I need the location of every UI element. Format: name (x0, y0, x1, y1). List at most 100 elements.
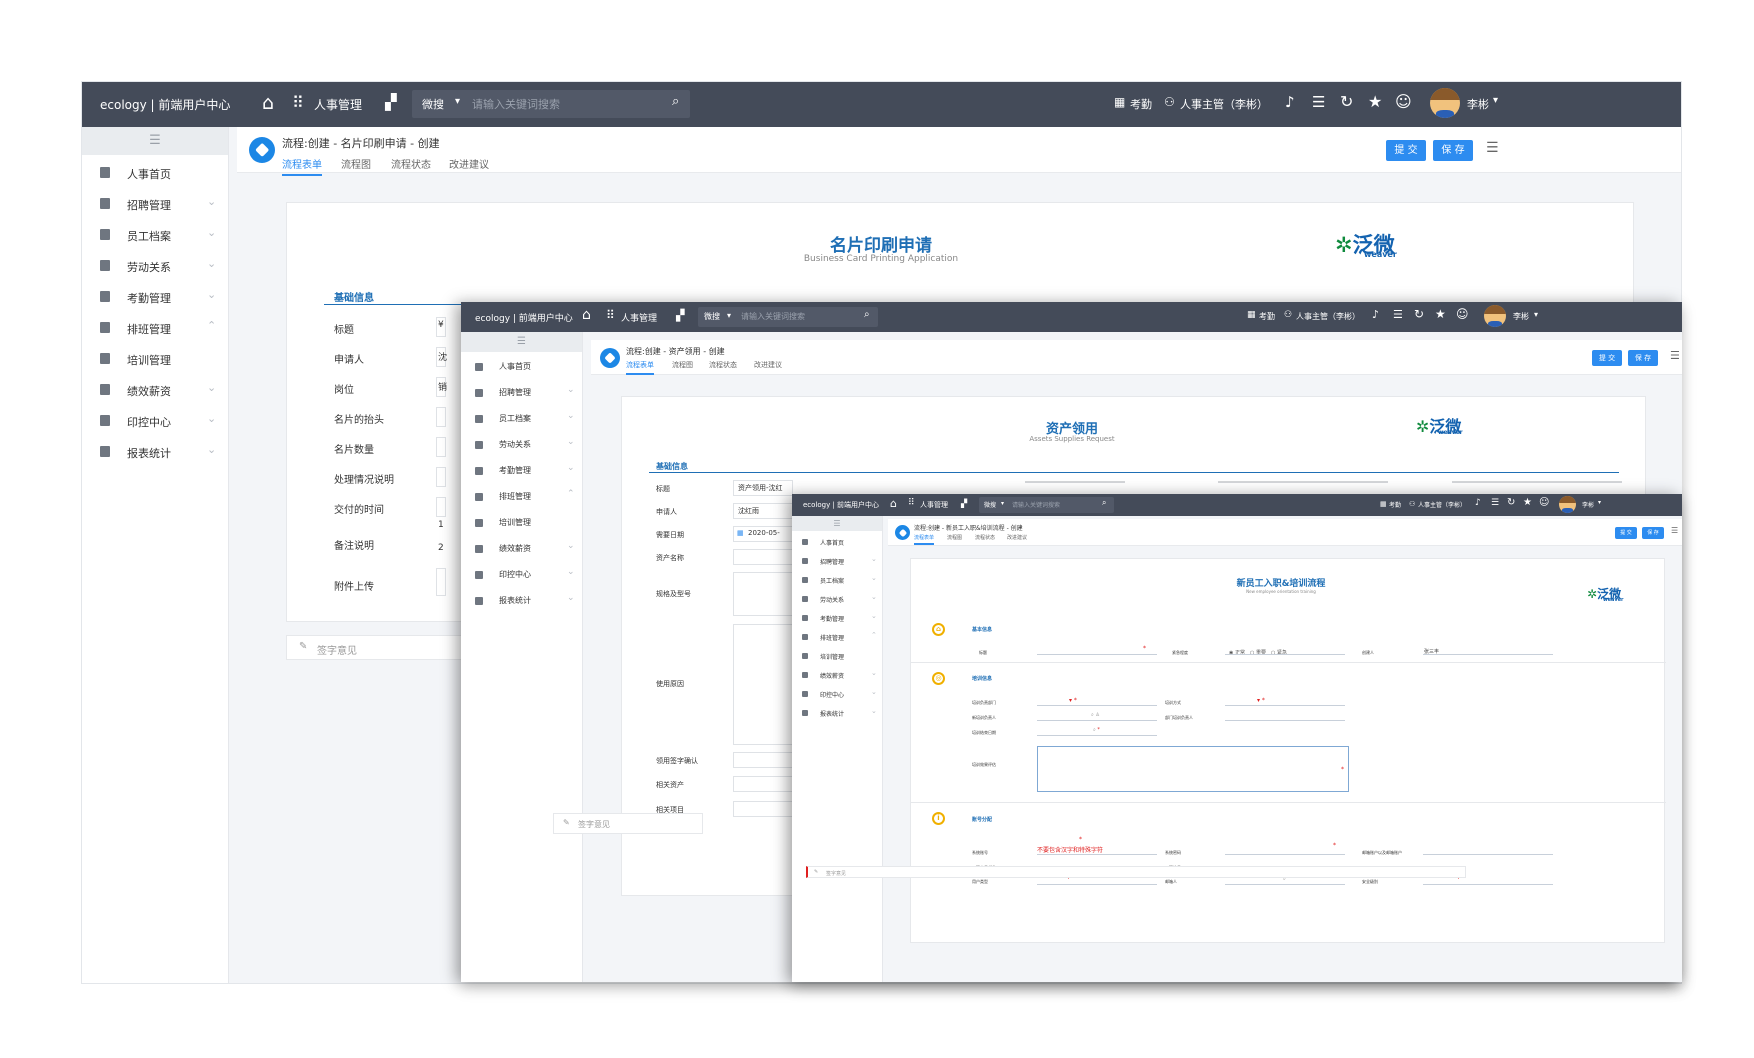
collapse-menu-icon[interactable]: ☰ (461, 332, 582, 352)
module-name[interactable]: 人事管理 (920, 500, 948, 510)
handling-notes-field[interactable] (436, 467, 446, 487)
star-icon[interactable]: ★ (1368, 92, 1382, 111)
card-quantity-field[interactable] (436, 437, 446, 457)
save-button[interactable]: 保 存 (1628, 350, 1658, 366)
sidebar-item-scheduling[interactable]: 排班管理 ⌃ (792, 631, 882, 645)
system-password-input[interactable] (1225, 854, 1345, 855)
search-input[interactable]: 请输入关键词搜索 (741, 311, 805, 322)
tab-flowchart[interactable]: 流程图 (672, 360, 693, 370)
sidebar-item-recruitment[interactable]: 招聘管理 ⌄ (82, 193, 228, 217)
more-menu-icon[interactable]: ☰ (1670, 349, 1680, 362)
submit-button[interactable]: 提 交 (1386, 140, 1426, 161)
widgets-icon[interactable]: ▞ (385, 93, 397, 111)
tab-suggestions[interactable]: 改进建议 (754, 360, 782, 370)
save-button[interactable]: 保 存 (1642, 527, 1664, 539)
title-field[interactable]: 资产领用-沈红 (733, 480, 793, 496)
chevron-down-icon[interactable]: ▾ (727, 311, 731, 320)
search-scope-select[interactable]: 微搜 (422, 96, 444, 112)
sidebar-item-seal-center[interactable]: 印控中心 ⌄ (82, 410, 228, 434)
sidebar-item-labor[interactable]: 劳动关系 ⌄ (461, 437, 582, 455)
sidebar-item-performance[interactable]: 绩效薪资 ⌄ (461, 541, 582, 559)
sidebar-item-scheduling[interactable]: 排班管理 ⌃ (82, 317, 228, 341)
sidebar-item-recruitment[interactable]: 招聘管理 ⌄ (461, 385, 582, 403)
chevron-down-icon[interactable]: ▾ (455, 96, 460, 107)
avatar[interactable] (1430, 88, 1460, 118)
sidebar-item-recruitment[interactable]: 招聘管理 ⌄ (792, 555, 882, 569)
sidebar-item-attendance[interactable]: 考勤管理 ⌄ (461, 463, 582, 481)
signature-confirm-field[interactable] (733, 752, 793, 768)
sidebar-item-labor[interactable]: 劳动关系 ⌄ (792, 593, 882, 607)
sidebar-item-seal-center[interactable]: 印控中心 ⌄ (461, 567, 582, 585)
sidebar-item-reports[interactable]: 报表统计 ⌄ (82, 441, 228, 465)
new-trainer-input[interactable] (1037, 720, 1157, 721)
tab-suggestions[interactable]: 改进建议 (1007, 534, 1027, 541)
chevron-down-icon[interactable]: ▾ (1001, 500, 1004, 507)
training-evaluation-textarea[interactable] (1037, 746, 1349, 792)
sidebar-item-performance[interactable]: 绩效薪资 ⌄ (792, 669, 882, 683)
bell-icon[interactable]: ♪ (1475, 498, 1481, 508)
user-type-input[interactable] (1037, 884, 1157, 885)
sidebar-item-seal-center[interactable]: 印控中心 ⌄ (792, 688, 882, 702)
sidebar-item-training[interactable]: 培训管理 (461, 515, 582, 533)
sidebar-item-performance[interactable]: 绩效薪资 ⌄ (82, 379, 228, 403)
save-button[interactable]: 保 存 (1433, 140, 1473, 161)
sidebar-item-training[interactable]: 培训管理 (792, 650, 882, 664)
attendance-link[interactable]: 考勤 (1389, 500, 1401, 509)
signature-box[interactable]: ✎ 签字意见 (286, 635, 486, 660)
date-field[interactable]: ▦ 2020-05- (733, 526, 793, 542)
title-input[interactable] (1037, 654, 1157, 655)
sidebar-item-labor[interactable]: 劳动关系 ⌄ (82, 255, 228, 279)
app-title[interactable]: ecology | 前端用户中心 (803, 500, 879, 510)
sidebar-item-hr-home[interactable]: 人事首页 (82, 162, 228, 186)
sidebar-item-hr-home[interactable]: 人事首页 (461, 359, 582, 377)
sidebar-item-training[interactable]: 培训管理 (82, 348, 228, 372)
search-scope-select[interactable]: 微搜 (704, 311, 720, 322)
calendar-icon[interactable]: ▦ (1380, 500, 1387, 508)
refresh-icon[interactable]: ↻ (1340, 92, 1353, 111)
star-icon[interactable]: ★ (1523, 497, 1532, 508)
widgets-icon[interactable]: ▞ (676, 309, 684, 322)
calendar-icon[interactable]: ▦ (1114, 95, 1125, 109)
tab-flowchart[interactable]: 流程图 (341, 156, 371, 171)
collapse-menu-icon[interactable]: ☰ (792, 516, 882, 531)
related-projects-field[interactable] (733, 801, 793, 817)
security-level-input[interactable] (1423, 884, 1553, 885)
submit-button[interactable]: 提 交 (1615, 527, 1637, 539)
app-title[interactable]: ecology | 前端用户中心 (100, 96, 230, 113)
user-role[interactable]: 人事主管（李彬） (1180, 96, 1268, 112)
user-name[interactable]: 李彬 (1467, 96, 1489, 112)
training-dept-input[interactable] (1037, 705, 1157, 706)
attachment-upload[interactable] (436, 568, 446, 596)
creator-input[interactable] (1423, 654, 1553, 655)
related-assets-field[interactable] (733, 776, 793, 792)
signature-box[interactable]: ✎ 签字意见 (806, 866, 1466, 878)
widgets-icon[interactable]: ▞ (961, 499, 967, 508)
dept-trainer-input[interactable] (1225, 720, 1345, 721)
user-name[interactable]: 李彬 (1513, 311, 1529, 322)
app-title[interactable]: ecology | 前端用户中心 (475, 311, 573, 324)
search-icon[interactable]: ⌕ (1102, 498, 1106, 508)
training-end-date-input[interactable] (1037, 735, 1157, 736)
sidebar-item-reports[interactable]: 报表统计 ⌄ (461, 593, 582, 611)
usage-reason-field[interactable] (733, 624, 793, 745)
tab-flowchart[interactable]: 流程图 (947, 534, 962, 541)
attendance-link[interactable]: 考勤 (1259, 311, 1275, 322)
chevron-down-icon[interactable]: ▾ (1534, 310, 1538, 319)
system-account-input[interactable] (1037, 854, 1157, 855)
attendance-link[interactable]: 考勤 (1130, 96, 1152, 112)
chevron-down-icon[interactable]: ▾ (1493, 95, 1498, 106)
sidebar-item-hr-home[interactable]: 人事首页 (792, 536, 882, 550)
apps-grid-icon[interactable]: ⠿ (292, 93, 304, 112)
tab-status[interactable]: 流程状态 (709, 360, 737, 370)
more-menu-icon[interactable]: ☰ (1486, 140, 1499, 156)
chevron-down-icon[interactable]: ▾ (1598, 499, 1601, 506)
collapse-menu-icon[interactable]: ☰ (82, 127, 228, 155)
list-icon[interactable]: ☰ (1491, 498, 1499, 508)
user-name[interactable]: 李彬 (1582, 500, 1594, 509)
list-icon[interactable]: ☰ (1312, 93, 1325, 111)
module-name[interactable]: 人事管理 (314, 96, 362, 113)
training-method-input[interactable] (1225, 705, 1345, 706)
sidebar-item-scheduling[interactable]: 排班管理 ⌃ (461, 489, 582, 507)
search-scope-select[interactable]: 微搜 (984, 500, 996, 509)
asset-name-field[interactable] (733, 549, 793, 565)
